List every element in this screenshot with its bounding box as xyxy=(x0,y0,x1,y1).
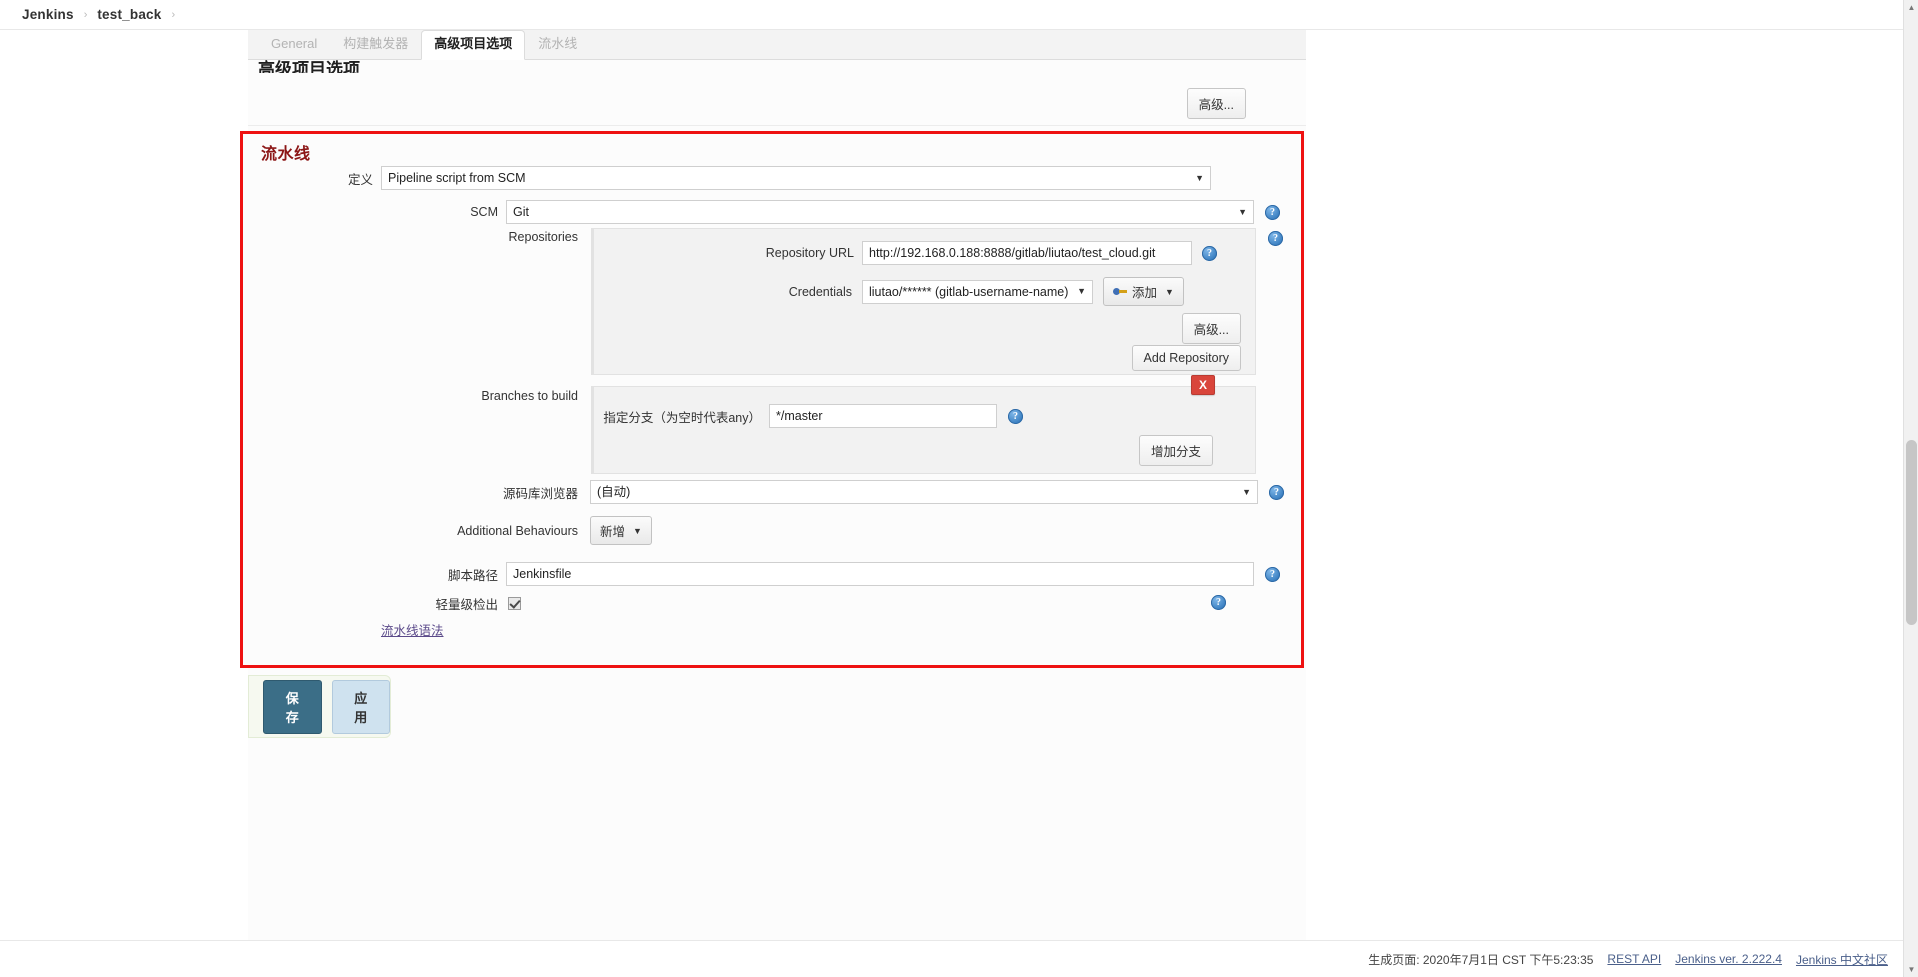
breadcrumb-item-test-back[interactable]: test_back xyxy=(97,7,161,22)
repository-browser-select[interactable]: (自动) ▼ xyxy=(590,480,1258,504)
pipeline-syntax-row: 流水线语法 xyxy=(381,620,444,639)
chevron-down-icon: ▼ xyxy=(1242,488,1251,497)
repository-url-label: Repository URL xyxy=(594,246,854,260)
chevron-down-icon: ▼ xyxy=(1195,174,1204,183)
repository-browser-row: 源码库浏览器 (自动) ▼ ? xyxy=(243,480,1303,504)
additional-behaviours-row: Additional Behaviours 新增 ▼ xyxy=(243,516,1303,545)
page-footer: 生成页面: 2020年7月1日 CST 下午5:23:35 REST API J… xyxy=(0,940,1918,977)
advanced-options-row: 高级... xyxy=(248,76,1306,126)
pipeline-syntax-link[interactable]: 流水线语法 xyxy=(381,620,444,639)
jenkins-config-page: Jenkins › test_back › General 构建触发器 高级项目… xyxy=(0,0,1918,977)
lightweight-checkout-help-icon[interactable]: ? xyxy=(1211,595,1226,610)
chevron-down-icon: ▼ xyxy=(1077,287,1086,296)
advanced-options-heading: 高级项目选项 xyxy=(258,55,360,73)
lightweight-checkout-row: 轻量级检出 ? xyxy=(243,594,1303,613)
scrollbar-thumb[interactable] xyxy=(1906,440,1917,625)
repository-url-row: Repository URL ? xyxy=(594,241,1254,265)
lightweight-checkout-checkbox[interactable] xyxy=(508,597,521,610)
breadcrumb: Jenkins › test_back › xyxy=(0,0,1918,30)
definition-row: 定义 Pipeline script from SCM ▼ xyxy=(243,166,1293,190)
add-credentials-button[interactable]: 添加 ▼ xyxy=(1103,277,1184,306)
chevron-down-icon: ▼ xyxy=(1165,287,1174,297)
branch-specifier-row: 指定分支（为空时代表any） ? xyxy=(594,404,1254,428)
credentials-label: Credentials xyxy=(594,285,852,299)
breadcrumb-item-jenkins[interactable]: Jenkins xyxy=(22,7,74,22)
right-gutter xyxy=(1306,30,1918,940)
branch-specifier-input[interactable] xyxy=(769,404,997,428)
footer-community-link[interactable]: Jenkins 中文社区 xyxy=(1796,951,1888,968)
footer-version-link[interactable]: Jenkins ver. 2.222.4 xyxy=(1675,952,1782,966)
breadcrumb-separator-icon-2: › xyxy=(171,9,175,21)
footer-rest-api-link[interactable]: REST API xyxy=(1607,952,1661,966)
add-branch-button[interactable]: 增加分支 xyxy=(1139,435,1213,466)
add-repository-button[interactable]: Add Repository xyxy=(1132,345,1241,371)
add-behaviour-button[interactable]: 新增 ▼ xyxy=(590,516,652,545)
branch-specifier-help-icon[interactable]: ? xyxy=(1008,409,1023,424)
definition-select-value: Pipeline script from SCM xyxy=(388,167,526,189)
left-gutter xyxy=(0,30,248,940)
repository-url-input[interactable] xyxy=(862,241,1192,265)
save-button[interactable]: 保存 xyxy=(263,680,322,734)
apply-button[interactable]: 应用 xyxy=(332,680,391,734)
repository-browser-help-icon[interactable]: ? xyxy=(1269,485,1284,500)
script-path-row: 脚本路径 ? xyxy=(243,562,1303,586)
repositories-help-icon[interactable]: ? xyxy=(1268,231,1283,246)
scroll-down-icon[interactable]: ▼ xyxy=(1904,962,1918,977)
chevron-down-icon: ▼ xyxy=(633,526,642,536)
pipeline-section-highlight: 流水线 定义 Pipeline script from SCM ▼ SCM Gi… xyxy=(240,131,1304,668)
scm-help-icon[interactable]: ? xyxy=(1265,205,1280,220)
credentials-select[interactable]: liutao/****** (gitlab-username-name) ▼ xyxy=(862,280,1093,304)
lightweight-checkout-label: 轻量级检出 xyxy=(243,594,498,613)
breadcrumb-separator-icon: › xyxy=(84,9,88,21)
script-path-label: 脚本路径 xyxy=(243,565,498,584)
credentials-row: Credentials liutao/****** (gitlab-userna… xyxy=(594,277,1254,306)
footer-generated-text: 生成页面: 2020年7月1日 CST 下午5:23:35 xyxy=(1368,951,1593,968)
pipeline-section-title: 流水线 xyxy=(261,140,311,164)
repository-browser-select-value: (自动) xyxy=(597,481,630,503)
tab-pipeline[interactable]: 流水线 xyxy=(525,30,590,59)
chevron-down-icon: ▼ xyxy=(1238,208,1247,217)
repository-advanced-button[interactable]: 高级... xyxy=(1182,313,1241,344)
page-body: General 构建触发器 高级项目选项 流水线 高级项目选项 高级... 流水… xyxy=(0,30,1918,940)
scm-row: SCM Git ▼ ? xyxy=(243,200,1293,224)
credentials-select-value: liutao/****** (gitlab-username-name) xyxy=(869,281,1068,303)
scm-label: SCM xyxy=(243,205,498,219)
save-bar: 保存 应用 xyxy=(248,675,391,738)
repository-browser-label: 源码库浏览器 xyxy=(243,483,578,502)
delete-branch-button[interactable]: X xyxy=(1191,375,1215,395)
additional-behaviours-label: Additional Behaviours xyxy=(243,524,578,538)
page-scrollbar[interactable]: ▲ ▼ xyxy=(1903,0,1918,977)
branch-specifier-label: 指定分支（为空时代表any） xyxy=(594,407,761,426)
script-path-input[interactable] xyxy=(506,562,1254,586)
branches-panel: 指定分支（为空时代表any） ? X 增加分支 xyxy=(591,386,1256,474)
definition-select[interactable]: Pipeline script from SCM ▼ xyxy=(381,166,1211,190)
scm-select[interactable]: Git ▼ xyxy=(506,200,1254,224)
add-credentials-label: 添加 xyxy=(1132,282,1157,301)
repositories-panel: Repository URL ? Credentials liutao/****… xyxy=(591,228,1256,375)
add-behaviour-label: 新增 xyxy=(600,521,625,540)
scm-select-value: Git xyxy=(513,201,529,223)
repository-url-help-icon[interactable]: ? xyxy=(1202,246,1217,261)
scroll-up-icon[interactable]: ▲ xyxy=(1904,0,1918,15)
branches-label: Branches to build xyxy=(243,389,578,403)
tab-advanced-project-options[interactable]: 高级项目选项 xyxy=(421,30,525,60)
config-content-panel: General 构建触发器 高级项目选项 流水线 高级项目选项 高级... 流水… xyxy=(248,30,1306,940)
repositories-label: Repositories xyxy=(243,230,578,244)
config-tab-bar: General 构建触发器 高级项目选项 流水线 xyxy=(248,30,1306,60)
script-path-help-icon[interactable]: ? xyxy=(1265,567,1280,582)
advanced-button-top[interactable]: 高级... xyxy=(1187,88,1246,119)
key-icon xyxy=(1113,287,1127,296)
definition-label: 定义 xyxy=(243,169,373,188)
